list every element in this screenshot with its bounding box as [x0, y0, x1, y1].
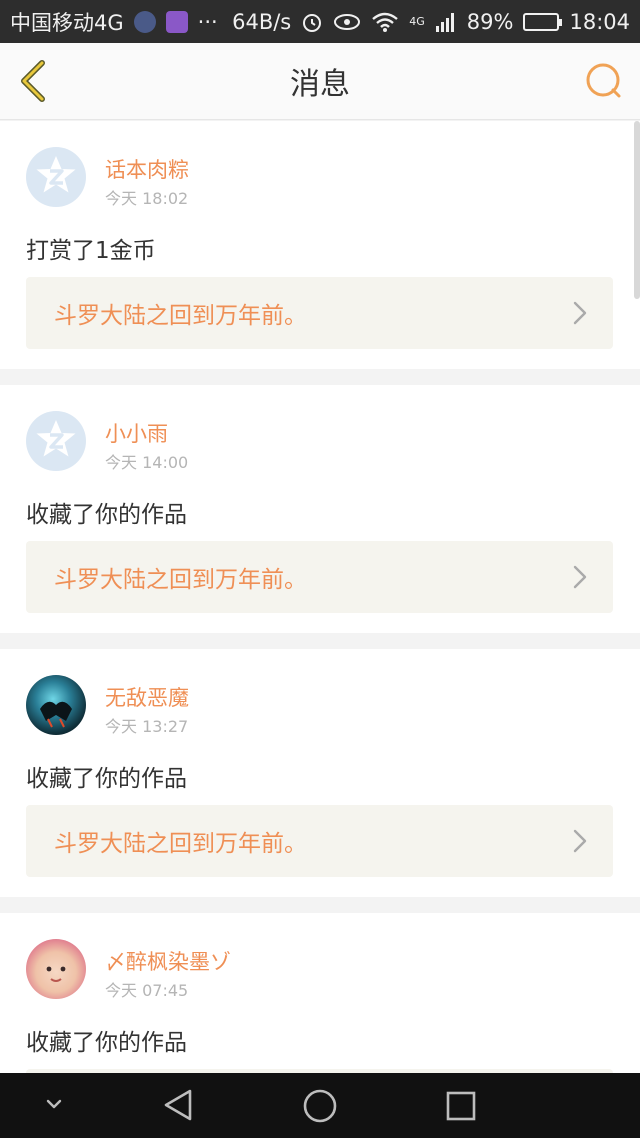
header-bar: 消息 — [0, 43, 640, 120]
timestamp: 今天 18:02 — [105, 189, 189, 208]
action-text: 打赏了1金币 — [26, 238, 156, 264]
message-card: 〆醉枫染墨ゾ 今天 07:45 收藏了你的作品 — [0, 913, 640, 1073]
scrollbar[interactable] — [634, 121, 640, 299]
default-avatar-icon — [36, 420, 76, 457]
avatar[interactable] — [26, 147, 86, 207]
network-speed: 64B/s — [232, 9, 292, 34]
battery-icon — [523, 12, 563, 31]
hide-nav-button[interactable] — [40, 1095, 68, 1119]
user-photo-icon — [46, 966, 66, 982]
alarm-icon — [303, 13, 322, 32]
back-triangle-icon — [164, 1089, 192, 1121]
system-home-button[interactable] — [301, 1087, 339, 1129]
avatar[interactable] — [26, 939, 86, 999]
chevron-right-icon — [573, 301, 587, 325]
page-title: 消息 — [290, 67, 350, 102]
home-circle-icon — [303, 1089, 337, 1123]
action-text: 收藏了你的作品 — [26, 1030, 187, 1056]
network-type-label: 4G — [409, 14, 425, 28]
action-text: 收藏了你的作品 — [26, 502, 187, 528]
message-card: 无敌恶魔 今天 13:27 收藏了你的作品 斗罗大陆之回到万年前。 — [0, 649, 640, 897]
chevron-down-icon — [46, 1099, 62, 1109]
timestamp: 今天 14:00 — [105, 453, 189, 472]
signal-icon — [435, 12, 454, 32]
work-title: 斗罗大陆之回到万年前。 — [54, 303, 307, 329]
system-back-button[interactable] — [160, 1087, 196, 1127]
message-list[interactable]: 话本肉粽 今天 18:02 打赏了1金币 斗罗大陆之回到万年前。 小小雨 今天 … — [0, 121, 640, 1073]
clock: 18:04 — [569, 9, 630, 34]
recents-square-icon — [446, 1091, 476, 1121]
work-link[interactable]: 斗罗大陆之回到万年前。 — [26, 277, 613, 349]
avatar[interactable] — [26, 411, 86, 471]
battery-percent: 89% — [466, 9, 514, 34]
eye-icon — [334, 13, 361, 30]
username[interactable]: 〆醉枫染墨ゾ — [105, 946, 231, 976]
message-card: 小小雨 今天 14:00 收藏了你的作品 斗罗大陆之回到万年前。 — [0, 385, 640, 633]
timestamp: 今天 07:45 — [105, 981, 189, 1000]
timestamp: 今天 13:27 — [105, 717, 189, 736]
work-link[interactable]: 斗罗大陆之回到万年前。 — [26, 805, 613, 877]
status-bar: 中国移动4G ··· 64B/s 4G 89% 18:04 — [0, 0, 640, 43]
work-link[interactable]: 斗罗大陆之回到万年前。 — [26, 541, 613, 613]
search-button[interactable] — [582, 59, 626, 103]
username[interactable]: 无敌恶魔 — [105, 682, 189, 712]
user-photo-icon — [40, 701, 72, 728]
gallery-notification-icon — [165, 10, 188, 33]
username[interactable]: 话本肉粽 — [105, 154, 189, 184]
carrier-label: 中国移动4G — [10, 10, 124, 35]
system-recents-button[interactable] — [444, 1089, 478, 1127]
chevron-left-icon — [21, 60, 45, 102]
system-nav-bar — [0, 1073, 640, 1138]
action-text: 收藏了你的作品 — [26, 766, 187, 792]
default-avatar-icon — [36, 156, 76, 193]
avatar[interactable] — [26, 675, 86, 735]
message-card: 话本肉粽 今天 18:02 打赏了1金币 斗罗大陆之回到万年前。 — [0, 121, 640, 369]
search-icon — [586, 63, 621, 98]
work-title: 斗罗大陆之回到万年前。 — [54, 831, 307, 857]
username[interactable]: 小小雨 — [105, 418, 168, 448]
wifi-icon — [372, 12, 399, 32]
chevron-right-icon — [573, 565, 587, 589]
notification-app-icon — [133, 10, 156, 33]
chevron-right-icon — [573, 829, 587, 853]
work-title: 斗罗大陆之回到万年前。 — [54, 567, 307, 593]
more-notifications-dots: ··· — [197, 9, 218, 34]
back-button[interactable] — [14, 57, 58, 105]
